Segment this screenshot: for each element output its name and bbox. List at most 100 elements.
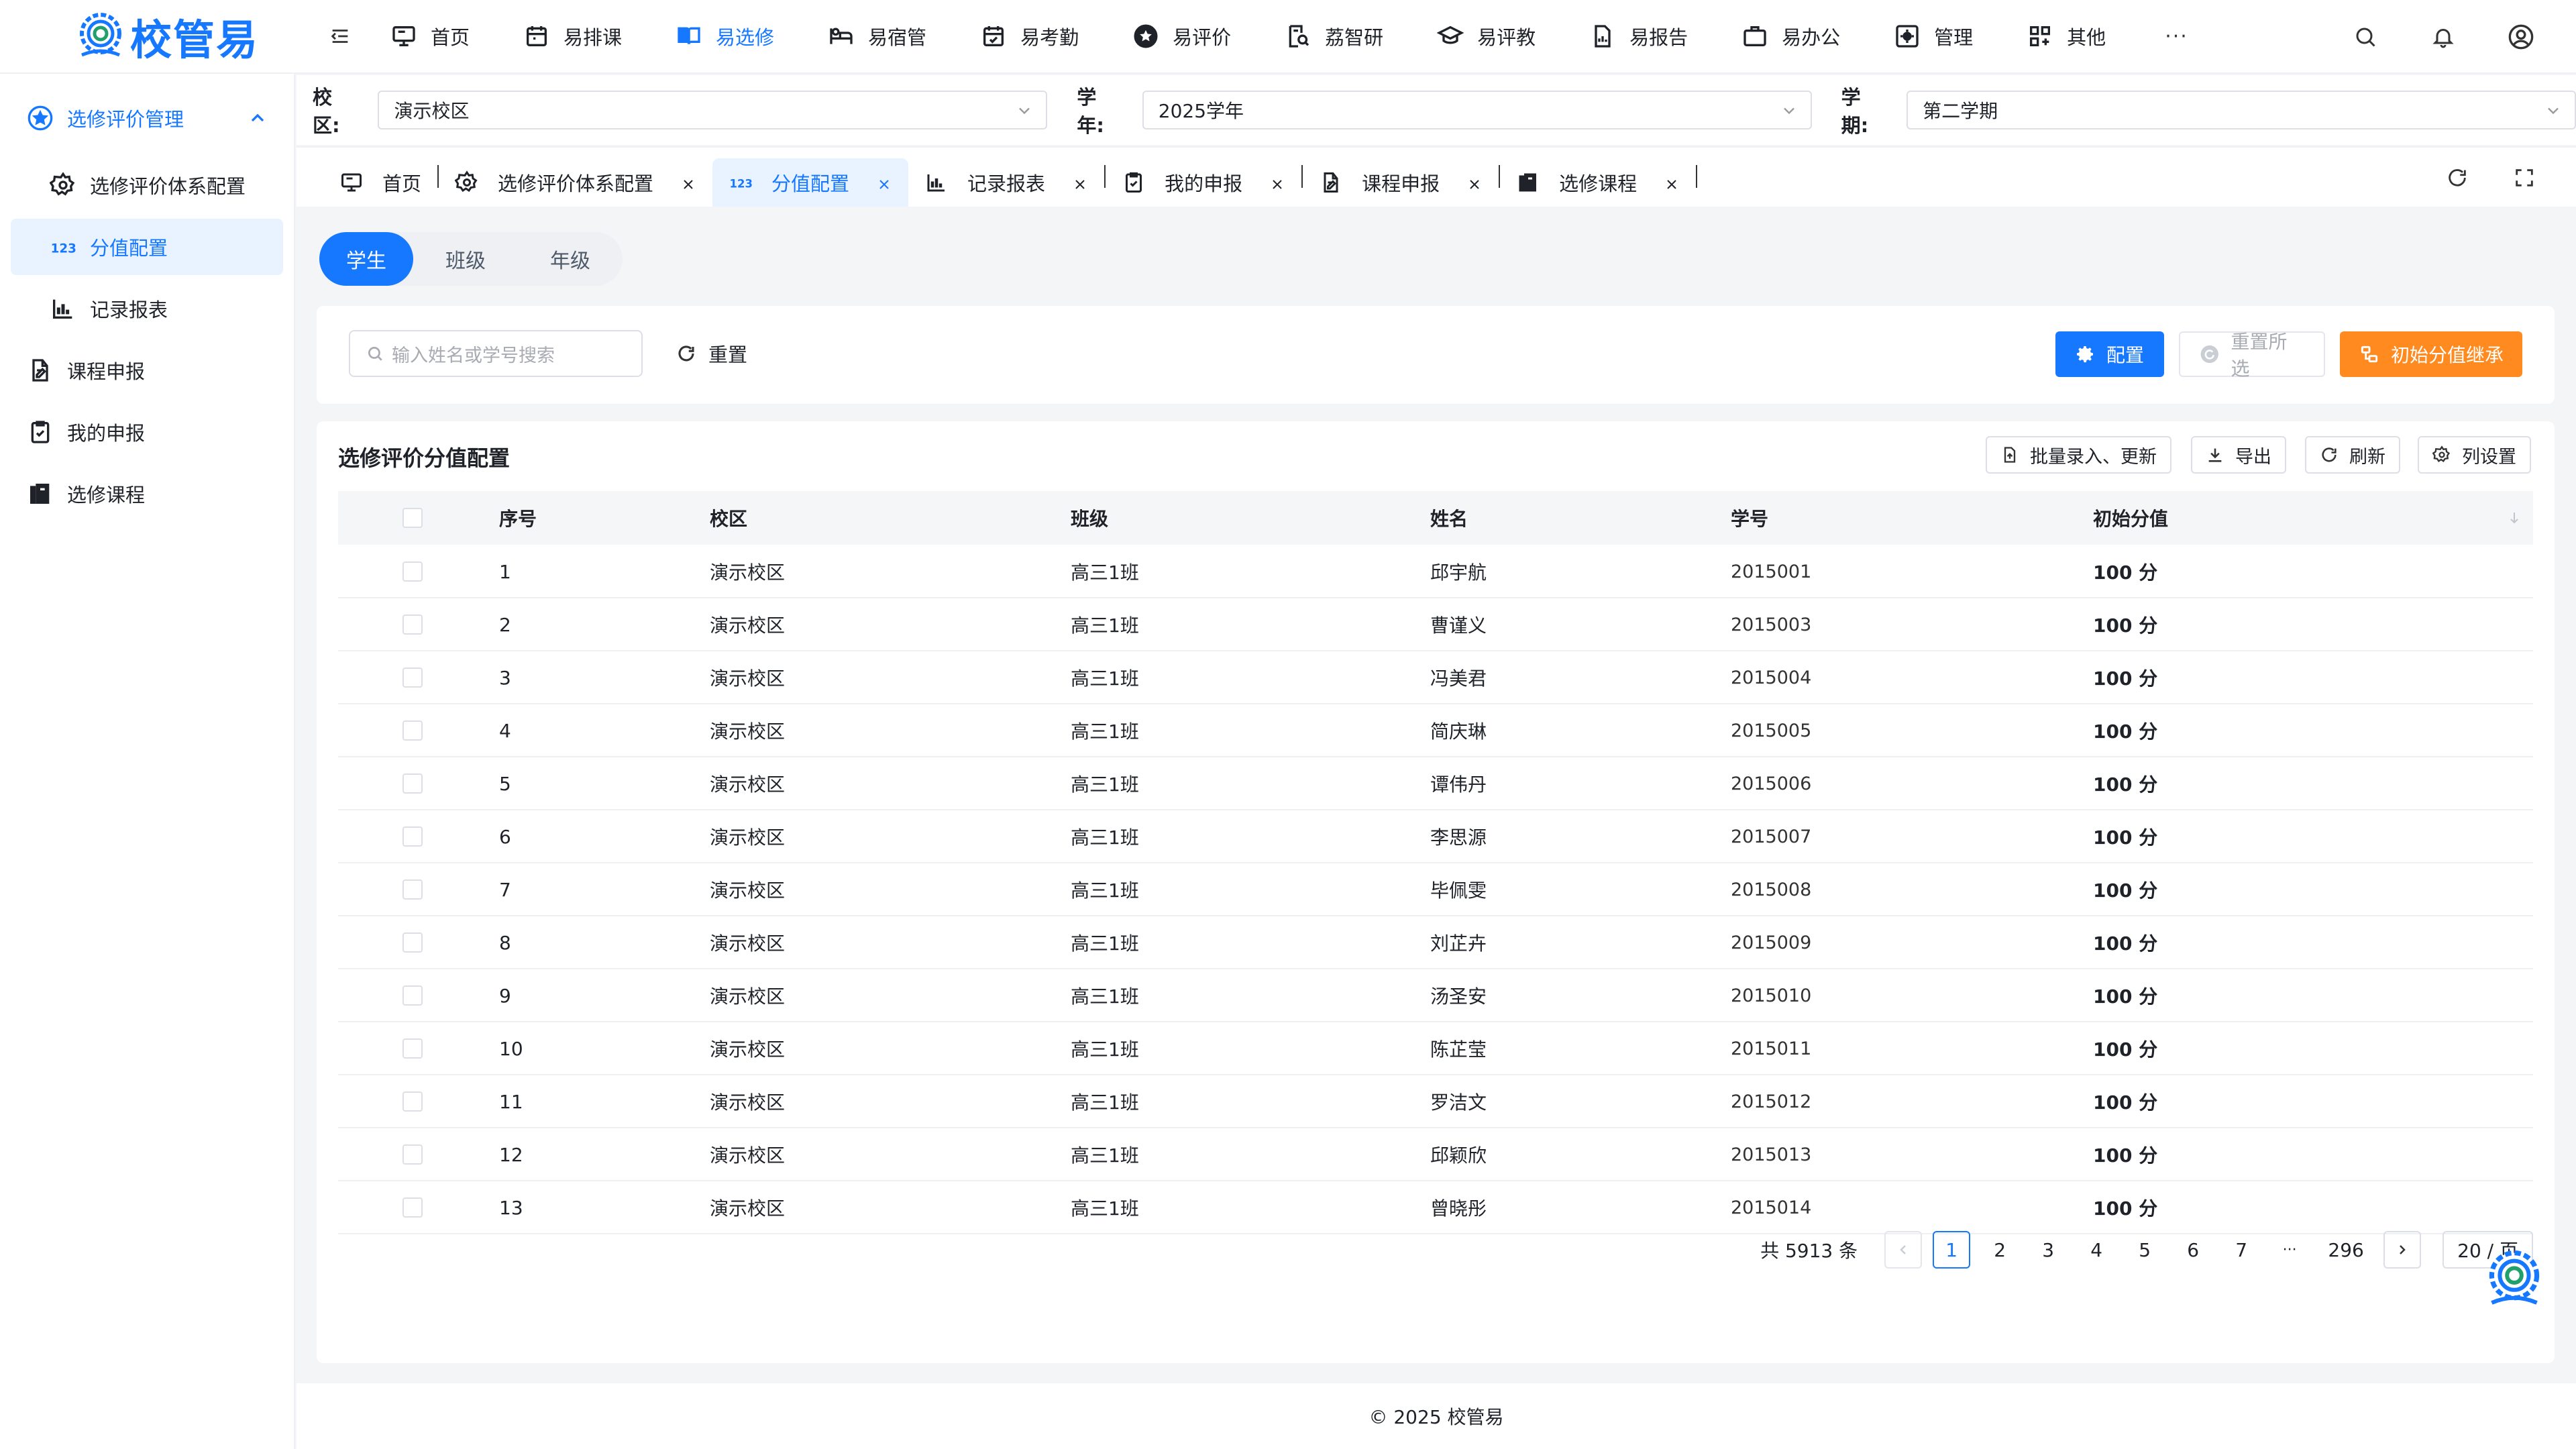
notification-button[interactable] [2423,17,2463,57]
nav-item-10[interactable]: 管理 [1894,0,1998,73]
page-button[interactable]: 5 [2126,1231,2163,1269]
nav-item-6[interactable]: 荔智研 [1285,0,1409,73]
tab-close-button[interactable] [1664,174,1680,191]
refresh-button[interactable]: 刷新 [2305,436,2400,474]
sidebar-item-1[interactable]: 123 分值配置 [11,219,283,275]
segment-2[interactable]: 年级 [518,232,623,286]
tab-close-button[interactable] [1072,174,1088,191]
column-header-class[interactable]: 班级 [1071,491,1108,545]
sidebar-item-2[interactable]: 记录报表 [11,280,283,337]
nav-item-5[interactable]: 易评价 [1132,0,1256,73]
row-checkbox[interactable] [402,985,423,1006]
search-input[interactable]: 输入姓名或学号搜索 [349,330,643,377]
page-button[interactable]: 4 [2078,1231,2115,1269]
row-checkbox[interactable] [402,932,423,953]
table-row[interactable]: 1 演示校区 高三1班 邱宇航 2015001 100 分 [338,546,2533,598]
table-row[interactable]: 7 演示校区 高三1班 毕佩雯 2015008 100 分 [338,864,2533,916]
row-checkbox[interactable] [402,1038,423,1059]
page-button[interactable]: 1 [1933,1231,1971,1269]
tab-1[interactable]: 选修评价体系配置 [439,158,712,207]
table-row[interactable]: 13 演示校区 高三1班 曾晓彤 2015014 100 分 [338,1182,2533,1234]
nav-item-4[interactable]: 易考勤 [980,0,1104,73]
tab-2[interactable]: 123 分值配置 [712,158,909,207]
row-checkbox[interactable] [402,720,423,741]
column-settings-button[interactable]: 列设置 [2418,436,2531,474]
sidebar-top-item-0[interactable]: 课程申报 [11,342,283,398]
nav-item-3[interactable]: 易宿管 [828,0,952,73]
nav-item-0[interactable]: 首页 [390,0,495,73]
fullscreen-button[interactable] [2508,161,2541,195]
sort-button[interactable] [2506,491,2522,545]
tab-close-button[interactable] [1466,174,1483,191]
page-button[interactable]: 6 [2174,1231,2212,1269]
page-button[interactable]: 3 [2029,1231,2067,1269]
tab-3[interactable]: 记录报表 [908,158,1104,207]
segment-0[interactable]: 学生 [319,232,413,286]
page-button[interactable]: 2 [1981,1231,2019,1269]
row-checkbox[interactable] [402,879,423,900]
export-button[interactable]: 导出 [2191,436,2286,474]
row-checkbox[interactable] [402,561,423,582]
nav-item-11[interactable]: 其他 [2027,0,2131,73]
row-checkbox[interactable] [402,667,423,688]
column-header-student-id[interactable]: 学号 [1731,491,1768,545]
campus-select[interactable]: 演示校区 [378,91,1048,129]
sidebar-group-elective-eval[interactable]: 选修评价管理 [0,85,294,152]
batch-entry-button[interactable]: 批量录入、更新 [1986,436,2171,474]
nav-item-9[interactable]: 易办公 [1741,0,1866,73]
user-avatar-button[interactable] [2501,17,2541,57]
app-logo[interactable]: 校管易 [0,0,295,73]
tab-0[interactable]: 首页 [323,158,437,207]
config-button[interactable]: 配置 [2055,331,2164,377]
table-row[interactable]: 8 演示校区 高三1班 刘芷卉 2015009 100 分 [338,917,2533,969]
reload-tab-button[interactable] [2440,161,2474,195]
segment-1[interactable]: 班级 [413,232,518,286]
table-row[interactable]: 12 演示校区 高三1班 邱颖欣 2015013 100 分 [338,1129,2533,1181]
select-all-checkbox[interactable] [402,508,423,528]
reset-selected-button[interactable]: 重置所选 [2179,331,2325,380]
nav-more-button[interactable]: ··· [2165,25,2188,48]
column-header-name[interactable]: 姓名 [1430,491,1468,545]
next-page-button[interactable] [2383,1231,2422,1269]
row-checkbox[interactable] [402,1091,423,1112]
tab-close-button[interactable] [876,174,892,191]
page-button[interactable]: 7 [2222,1231,2260,1269]
tab-6[interactable]: 选修课程 [1500,158,1696,207]
row-checkbox[interactable] [402,773,423,794]
page-ellipsis[interactable]: ··· [2271,1231,2308,1269]
table-row[interactable]: 10 演示校区 高三1班 陈芷莹 2015011 100 分 [338,1023,2533,1075]
row-checkbox[interactable] [402,826,423,847]
inherit-score-button[interactable]: 初始分值继承 [2340,331,2522,377]
tab-close-button[interactable] [1269,174,1285,191]
menu-collapse-button[interactable] [317,13,364,60]
column-header-no[interactable]: 序号 [499,491,537,545]
sidebar-top-item-1[interactable]: 我的申报 [11,404,283,460]
column-header-campus[interactable]: 校区 [710,491,747,545]
nav-item-8[interactable]: 易报告 [1589,0,1713,73]
table-row[interactable]: 11 演示校区 高三1班 罗洁文 2015012 100 分 [338,1076,2533,1128]
nav-item-1[interactable]: 易排课 [523,0,647,73]
row-checkbox[interactable] [402,614,423,635]
row-checkbox[interactable] [402,1144,423,1165]
search-button[interactable] [2345,17,2385,57]
tab-4[interactable]: 我的申报 [1106,158,1301,207]
floating-assistant-icon[interactable] [2482,1246,2546,1311]
table-row[interactable]: 6 演示校区 高三1班 李思源 2015007 100 分 [338,811,2533,863]
year-select[interactable]: 2025学年 [1142,91,1812,129]
sidebar-top-item-2[interactable]: 选修课程 [11,466,283,522]
table-row[interactable]: 5 演示校区 高三1班 谭伟丹 2015006 100 分 [338,758,2533,810]
table-row[interactable]: 3 演示校区 高三1班 冯美君 2015004 100 分 [338,652,2533,704]
tab-5[interactable]: 课程申报 [1303,158,1499,207]
row-checkbox[interactable] [402,1197,423,1218]
table-row[interactable]: 9 演示校区 高三1班 汤圣安 2015010 100 分 [338,970,2533,1022]
term-select[interactable]: 第二学期 [1907,91,2576,129]
tab-close-button[interactable] [680,174,696,191]
prev-page-button[interactable] [1884,1231,1923,1269]
page-button[interactable]: 296 [2319,1231,2373,1269]
sidebar-item-0[interactable]: 选修评价体系配置 [11,157,283,213]
nav-item-2[interactable]: 易选修 [676,0,800,73]
reset-button[interactable]: 重置 [676,330,747,377]
table-row[interactable]: 2 演示校区 高三1班 曹谨义 2015003 100 分 [338,599,2533,651]
table-row[interactable]: 4 演示校区 高三1班 简庆琳 2015005 100 分 [338,705,2533,757]
column-header-score[interactable]: 初始分值 [2093,491,2168,545]
